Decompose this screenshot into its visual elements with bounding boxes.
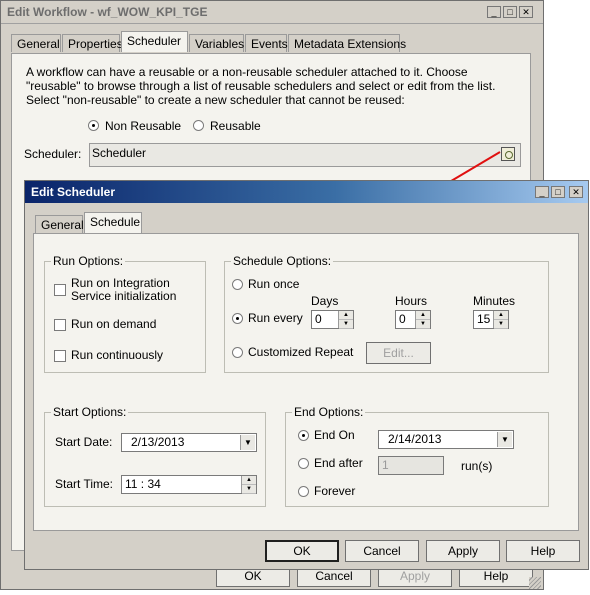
- chevron-down-icon[interactable]: ▼: [497, 432, 512, 447]
- schedule-options-group: Schedule Options: Run once Days Hours Mi…: [224, 254, 549, 373]
- forever-radio[interactable]: [298, 486, 309, 497]
- dialog-title: Edit Scheduler: [31, 185, 116, 199]
- hours-value: 0: [399, 312, 406, 326]
- run-every-label: Run every: [248, 311, 303, 325]
- end-on-radio[interactable]: [298, 430, 309, 441]
- on-demand-checkbox[interactable]: [54, 319, 66, 331]
- tab-strip: General Properties Scheduler Variables E…: [11, 31, 531, 54]
- run-options-legend: Run Options:: [51, 254, 126, 268]
- dialog-close-button[interactable]: ✕: [569, 186, 583, 198]
- dialog-title-bar: Edit Scheduler _ □ ✕: [25, 181, 588, 203]
- start-time-label: Start Time:: [55, 477, 114, 491]
- maximize-button[interactable]: □: [503, 6, 517, 18]
- schedule-options-legend: Schedule Options:: [231, 254, 334, 268]
- dialog-maximize-button[interactable]: □: [551, 186, 565, 198]
- end-options-group: End Options: End On 2/14/2013 ▼ End afte…: [285, 405, 549, 507]
- cancel-button[interactable]: Cancel: [345, 540, 419, 562]
- run-once-label: Run once: [248, 277, 300, 291]
- forever-label: Forever: [314, 484, 356, 498]
- runs-unit-label: run(s): [461, 459, 493, 473]
- minutes-spinner[interactable]: 15 ▲ ▼: [473, 310, 509, 329]
- hours-spinner[interactable]: 0 ▲ ▼: [395, 310, 431, 329]
- start-date-value: 2/13/2013: [131, 435, 185, 449]
- end-after-radio[interactable]: [298, 458, 309, 469]
- days-label: Days: [311, 294, 339, 308]
- customized-repeat-radio[interactable]: [232, 347, 243, 358]
- integration-label: Run on Integration Service initializatio…: [71, 276, 177, 303]
- continuously-label: Run continuously: [71, 348, 164, 362]
- start-options-group: Start Options: Start Date: 2/13/2013 ▼ S…: [44, 405, 266, 507]
- reusable-radio[interactable]: [193, 120, 204, 131]
- dialog-minimize-button[interactable]: _: [535, 186, 549, 198]
- run-every-radio[interactable]: [232, 313, 243, 324]
- tab-scheduler[interactable]: Scheduler: [121, 31, 188, 52]
- run-options-group: Run Options: Run on Integration Service …: [44, 254, 206, 373]
- non-reusable-radio[interactable]: [88, 120, 99, 131]
- scheduler-label: Scheduler:: [24, 147, 82, 161]
- reusable-label: Reusable: [210, 119, 261, 133]
- tab-general[interactable]: General: [35, 215, 84, 233]
- help-button[interactable]: Help: [506, 540, 580, 562]
- days-spinner[interactable]: 0 ▲ ▼: [311, 310, 354, 329]
- days-spin-buttons[interactable]: ▲ ▼: [338, 311, 353, 329]
- tab-metadata-extensions[interactable]: Metadata Extensions: [288, 34, 406, 52]
- schedule-panel: Run Options: Run on Integration Service …: [33, 233, 579, 531]
- edit-scheduler-icon[interactable]: [501, 147, 515, 161]
- start-time-spinner[interactable]: 11 : 34 ▲ ▼: [121, 475, 257, 494]
- end-after-label: End after: [314, 456, 363, 470]
- start-date-picker[interactable]: 2/13/2013 ▼: [121, 433, 257, 452]
- start-time-value: 11 : 34: [125, 477, 161, 491]
- tab-general[interactable]: General: [11, 34, 61, 52]
- start-options-legend: Start Options:: [51, 405, 129, 419]
- start-date-label: Start Date:: [55, 435, 113, 449]
- title-bar: Edit Workflow - wf_WOW_KPI_TGE _ □ ✕: [1, 1, 543, 24]
- tab-events[interactable]: Events: [245, 34, 288, 52]
- days-value: 0: [315, 312, 322, 326]
- tab-properties[interactable]: Properties: [62, 34, 123, 52]
- end-after-count[interactable]: 1: [378, 456, 444, 475]
- hours-spin-buttons[interactable]: ▲ ▼: [415, 311, 430, 329]
- continuously-checkbox[interactable]: [54, 350, 66, 362]
- dialog-tab-strip: General Schedule: [35, 212, 235, 235]
- end-date-value: 2/14/2013: [388, 432, 442, 446]
- scheduler-value: Scheduler: [92, 146, 147, 160]
- edit-scheduler-dialog: Edit Scheduler _ □ ✕ General Schedule Ru…: [24, 180, 589, 570]
- on-demand-label: Run on demand: [71, 317, 157, 331]
- scheduler-field[interactable]: Scheduler: [89, 143, 521, 167]
- minutes-value: 15: [477, 312, 491, 326]
- non-reusable-label: Non Reusable: [105, 119, 182, 133]
- minutes-spin-buttons[interactable]: ▲ ▼: [493, 311, 508, 329]
- window-title: Edit Workflow - wf_WOW_KPI_TGE: [7, 5, 208, 19]
- scheduler-description: A workflow can have a reusable or a non-…: [26, 65, 496, 107]
- end-on-label: End On: [314, 428, 355, 442]
- resize-grip[interactable]: [529, 577, 541, 589]
- minutes-label: Minutes: [473, 294, 516, 308]
- customized-repeat-label: Customized Repeat: [248, 345, 354, 359]
- ok-button[interactable]: OK: [265, 540, 339, 562]
- tab-schedule[interactable]: Schedule: [84, 212, 142, 233]
- chevron-down-icon[interactable]: ▼: [240, 435, 255, 450]
- integration-checkbox[interactable]: [54, 284, 66, 296]
- run-once-radio[interactable]: [232, 279, 243, 290]
- end-after-value: 1: [382, 458, 389, 472]
- hours-label: Hours: [395, 294, 428, 308]
- start-time-spin-buttons[interactable]: ▲ ▼: [241, 476, 256, 494]
- end-options-legend: End Options:: [292, 405, 366, 419]
- end-date-picker[interactable]: 2/14/2013 ▼: [378, 430, 514, 449]
- apply-button[interactable]: Apply: [426, 540, 500, 562]
- close-button[interactable]: ✕: [519, 6, 533, 18]
- minimize-button[interactable]: _: [487, 6, 501, 18]
- edit-repeat-button[interactable]: Edit...: [366, 342, 431, 364]
- tab-variables[interactable]: Variables: [189, 34, 244, 52]
